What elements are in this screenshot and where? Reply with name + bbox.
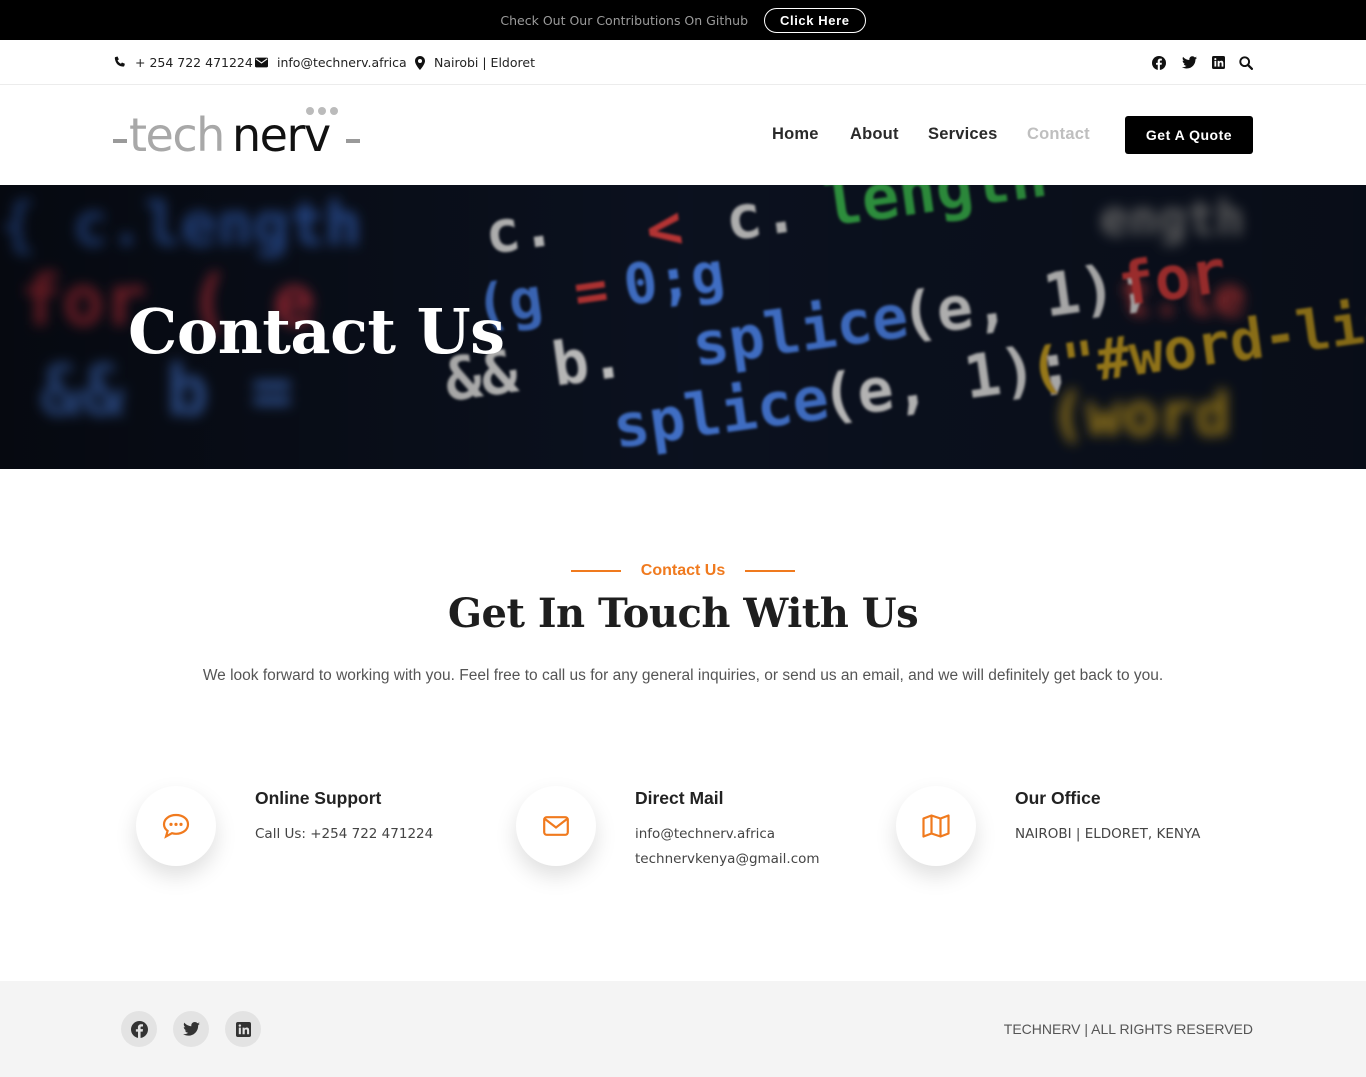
announcement-text: Check Out Our Contributions On Github	[500, 12, 748, 28]
nav-home[interactable]: Home	[772, 125, 819, 144]
map-icon	[922, 814, 950, 838]
github-click-here-button[interactable]: Click Here	[764, 7, 866, 33]
search-icon	[1239, 55, 1253, 70]
facebook-icon	[130, 1020, 148, 1038]
nav-about[interactable]: About	[850, 125, 899, 144]
section-title: Get In Touch With Us	[447, 590, 919, 637]
site-footer: TECHNERV | ALL RIGHTS RESERVED	[0, 981, 1366, 1077]
linkedin-icon	[1212, 56, 1225, 69]
twitter-link[interactable]	[1182, 40, 1197, 85]
nav-services[interactable]: Services	[928, 125, 998, 144]
facebook-link[interactable]	[1152, 40, 1166, 85]
footer-linkedin-link[interactable]	[225, 1011, 261, 1047]
direct-mail-title: Direct Mail	[635, 788, 724, 808]
direct-mail-email-secondary[interactable]: technervkenya@gmail.com	[635, 851, 820, 867]
footer-facebook-link[interactable]	[121, 1011, 157, 1047]
contact-bar: + 254 722 471224 info@technerv.africa Na…	[0, 40, 1366, 85]
our-office-address: NAIROBI | ELDORET, KENYA	[1015, 826, 1201, 842]
section-eyebrow-row: Contact Us	[0, 562, 1366, 580]
footer-twitter-link[interactable]	[173, 1011, 209, 1047]
map-marker-icon	[415, 55, 425, 70]
our-office-title: Our Office	[1015, 788, 1101, 808]
nav-contact[interactable]: Contact	[1027, 125, 1090, 144]
announcement-bar: Check Out Our Contributions On Github Cl…	[0, 0, 1366, 40]
svg-text:tech: tech	[129, 108, 224, 157]
direct-mail-icon-circle	[516, 786, 596, 866]
linkedin-icon	[235, 1021, 251, 1037]
search-button[interactable]	[1239, 40, 1253, 85]
footer-copyright: TECHNERV | ALL RIGHTS RESERVED	[1003, 1021, 1253, 1037]
direct-mail-email-primary[interactable]: info@technerv.africa	[635, 826, 775, 842]
chat-icon	[162, 813, 190, 839]
contact-phone-text: + 254 722 471224	[135, 55, 253, 70]
twitter-icon	[182, 1022, 200, 1036]
eyebrow-divider-left	[570, 570, 621, 572]
facebook-icon	[1152, 55, 1166, 70]
online-support-phone[interactable]: Call Us: +254 722 471224	[255, 826, 433, 842]
get-a-quote-button[interactable]: Get A Quote	[1125, 116, 1253, 154]
envelope-icon	[255, 57, 268, 68]
envelope-icon	[543, 816, 569, 836]
contact-location-text: Nairobi | Eldoret	[434, 55, 535, 70]
eyebrow-divider-right	[745, 570, 796, 572]
contact-phone[interactable]: + 254 722 471224	[113, 40, 253, 85]
contact-email-text: info@technerv.africa	[277, 55, 407, 70]
hero-banner: { c.length for ( e && b = ength t.le (wo…	[0, 185, 1366, 469]
section-eyebrow: Contact Us	[640, 562, 726, 579]
twitter-icon	[1182, 56, 1197, 69]
site-header: tech nerv Home About Services Contact Ge…	[0, 85, 1366, 185]
contact-location: Nairobi | Eldoret	[415, 40, 535, 85]
svg-text:nerv: nerv	[232, 108, 330, 157]
phone-icon	[114, 56, 125, 67]
hero-title: Contact Us	[128, 295, 505, 368]
online-support-icon-circle	[136, 786, 216, 866]
online-support-title: Online Support	[255, 788, 382, 808]
techerv-logo[interactable]: tech nerv	[113, 105, 363, 157]
linkedin-link[interactable]	[1212, 40, 1225, 85]
our-office-icon-circle	[896, 786, 976, 866]
section-description: We look forward to working with you. Fee…	[202, 667, 1164, 684]
contact-email[interactable]: info@technerv.africa	[255, 40, 407, 85]
